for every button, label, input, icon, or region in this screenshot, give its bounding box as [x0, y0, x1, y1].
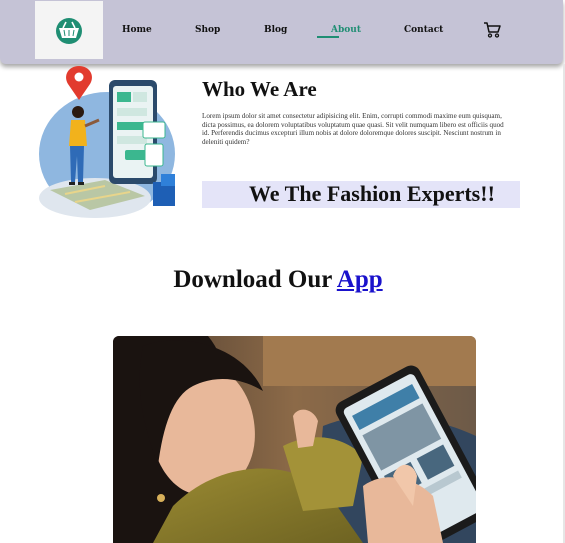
- shopping-basket-icon: [56, 18, 82, 44]
- navbar: Home Shop Blog About Contact: [0, 0, 563, 64]
- nav-contact[interactable]: Contact: [404, 25, 443, 35]
- logo[interactable]: [35, 1, 103, 59]
- tagline: We The Fashion Experts!!: [249, 181, 495, 206]
- active-nav-indicator: [317, 36, 339, 38]
- nav-blog[interactable]: Blog: [264, 25, 287, 35]
- nav-home[interactable]: Home: [122, 25, 152, 35]
- shopping-location-illustration: [39, 66, 175, 218]
- download-text: Download Our: [173, 266, 332, 293]
- app-link[interactable]: App: [337, 266, 383, 293]
- person-using-phone-photo: [113, 336, 476, 543]
- nav-about[interactable]: About: [331, 25, 361, 35]
- section-title: Who We Are: [202, 77, 317, 101]
- download-heading: Download Our App: [0, 266, 556, 294]
- cart-icon[interactable]: [483, 21, 501, 39]
- about-description: Lorem ipsum dolor sit amet consectetur a…: [202, 112, 504, 146]
- nav-shop[interactable]: Shop: [195, 25, 220, 35]
